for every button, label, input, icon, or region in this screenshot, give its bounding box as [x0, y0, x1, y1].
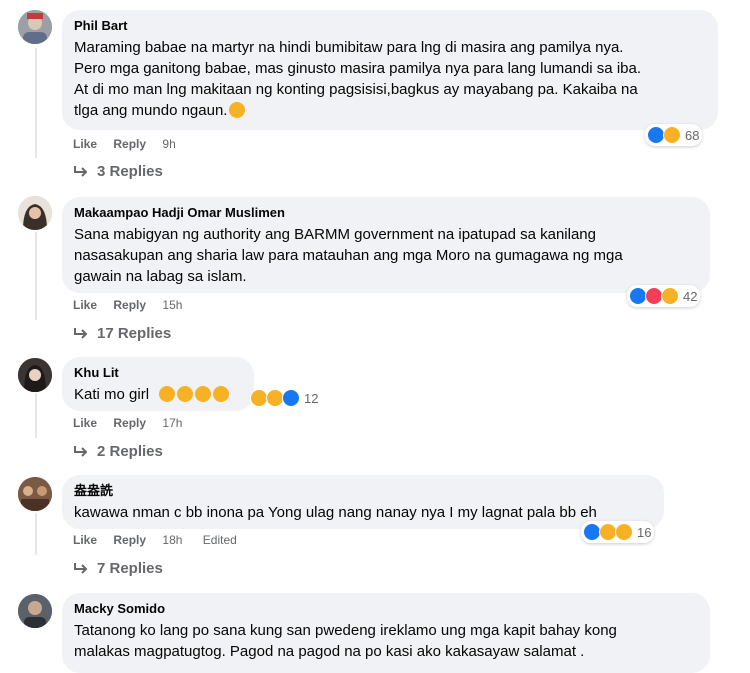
avatar[interactable] [18, 196, 52, 230]
comment-author[interactable]: Phil Bart [74, 18, 706, 34]
comment-line: malakas magpatugtog. Pagod na pagod na p… [74, 643, 585, 660]
view-replies-link[interactable]: 3 Replies [73, 163, 163, 180]
reaction-count: 16 [637, 524, 652, 540]
comment-line: nasasakupan ang sharia law para matauhan… [74, 247, 623, 264]
thread-line [35, 232, 37, 320]
comment-bubble: Macky Somido Tatanong ko lang po sana ku… [62, 593, 710, 673]
reaction-summary[interactable]: 16 [581, 521, 655, 543]
comment-text: Sana mabigyan ng authority ang BARMM gov… [74, 224, 698, 287]
comment-time[interactable]: 9h [162, 137, 175, 151]
thread-line [35, 48, 37, 158]
comment-line: Pero mga ganitong babae, mas ginusto mas… [74, 60, 641, 77]
comment-author[interactable]: Makaampao Hadji Omar Muslimen [74, 205, 698, 221]
comment-bubble: Makaampao Hadji Omar Muslimen Sana mabig… [62, 197, 710, 293]
comment-bubble: Phil Bart Maraming babae na martyr na hi… [62, 10, 718, 130]
comment-author[interactable]: Macky Somido [74, 601, 698, 617]
reaction-count: 12 [304, 390, 319, 406]
avatar[interactable] [18, 477, 52, 511]
comment-line: Tatanong ko lang po sana kung san pweden… [74, 622, 617, 639]
reply-arrow-icon [74, 165, 88, 177]
comment-line: tlga ang mundo ngaun. [74, 102, 228, 119]
laughing-emoji-icon [213, 386, 230, 402]
reply-button[interactable]: Reply [113, 137, 146, 151]
laughing-emoji-icon [177, 386, 194, 402]
replies-count[interactable]: 3 Replies [97, 163, 163, 180]
comment-text: Kati mo girl [74, 384, 242, 405]
sad-face-emoji-icon [229, 102, 246, 118]
comment-time[interactable]: 18h [162, 533, 182, 547]
comment-bubble: 盎盎詵 kawawa nman c bb inona pa Yong ulag … [62, 475, 664, 529]
comment-text: kawawa nman c bb inona pa Yong ulag nang… [74, 502, 652, 523]
view-replies-link[interactable]: 2 Replies [73, 443, 163, 460]
comment-line: Sana mabigyan ng authority ang BARMM gov… [74, 226, 596, 243]
reply-button[interactable]: Reply [113, 533, 146, 547]
reply-button[interactable]: Reply [113, 298, 146, 312]
comment-line: At di mo man lng makitaan ng konting pag… [74, 81, 638, 98]
sad-reaction-icon [663, 126, 681, 144]
avatar[interactable] [18, 358, 52, 392]
care-reaction-icon [615, 523, 633, 541]
care-reaction-icon [661, 287, 679, 305]
comment-actions: Like Reply 17h [73, 416, 199, 430]
reaction-summary[interactable]: 42 [627, 285, 701, 307]
replies-count[interactable]: 17 Replies [97, 325, 171, 342]
replies-count[interactable]: 2 Replies [97, 443, 163, 460]
reply-arrow-icon [74, 562, 88, 574]
thread-line [35, 513, 37, 555]
comment-line: Kati mo girl [74, 386, 150, 403]
comment-actions: Like Reply 18h Edited [73, 533, 250, 547]
like-reaction-icon [282, 389, 300, 407]
reply-arrow-icon [74, 445, 88, 457]
like-button[interactable]: Like [73, 533, 97, 547]
view-replies-link[interactable]: 17 Replies [73, 325, 171, 342]
comment-time[interactable]: 15h [162, 298, 182, 312]
comment-bubble: Khu Lit Kati mo girl [62, 357, 254, 411]
laughing-emoji-icon [195, 386, 212, 402]
comment-author[interactable]: 盎盎詵 [74, 483, 652, 499]
replies-count[interactable]: 7 Replies [97, 560, 163, 577]
reaction-summary[interactable]: 68 [645, 124, 703, 146]
edited-label: Edited [202, 533, 237, 547]
laughing-emoji-icon [159, 386, 176, 402]
reply-arrow-icon [74, 327, 88, 339]
reaction-summary[interactable]: 12 [248, 387, 321, 409]
comment-line: Maraming babae na martyr na hindi bumibi… [74, 39, 624, 56]
thread-line [35, 393, 37, 438]
like-button[interactable]: Like [73, 416, 97, 430]
comment-actions: Like Reply 9h [73, 137, 193, 151]
avatar[interactable] [18, 594, 52, 628]
comment-line: kawawa nman c bb inona pa Yong ulag nang… [74, 504, 597, 521]
reply-button[interactable]: Reply [113, 416, 146, 430]
comment-actions: Like Reply 15h [73, 298, 199, 312]
reaction-count: 42 [683, 288, 698, 304]
comment-text: Maraming babae na martyr na hindi bumibi… [74, 37, 706, 121]
comment-line: gawain na labag sa islam. [74, 268, 247, 285]
like-button[interactable]: Like [73, 298, 97, 312]
comment-text: Tatanong ko lang po sana kung san pweden… [74, 620, 698, 662]
comment-time[interactable]: 17h [162, 416, 182, 430]
laughing-emoji-icon [157, 386, 230, 403]
avatar[interactable] [18, 10, 52, 44]
view-replies-link[interactable]: 7 Replies [73, 560, 163, 577]
comment-author[interactable]: Khu Lit [74, 365, 242, 381]
reaction-count: 68 [685, 127, 700, 143]
like-button[interactable]: Like [73, 137, 97, 151]
comment-line-last: tlga ang mundo ngaun. [74, 100, 706, 121]
